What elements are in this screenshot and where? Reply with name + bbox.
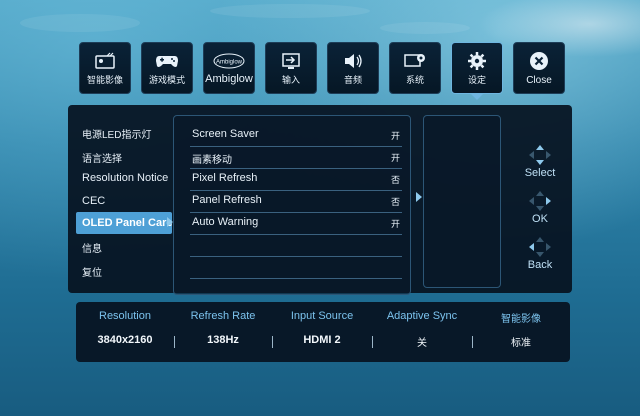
dpad-updown-icon <box>529 145 551 165</box>
setting-value: 开 <box>390 153 400 163</box>
menu-tile-label: 输入 <box>281 75 300 85</box>
setting-value: 开 <box>390 131 400 141</box>
setting-pixel-shift[interactable]: 画素移动 开 <box>190 146 402 169</box>
status-smart-image: 智能影像 标准 <box>472 302 570 362</box>
category-reset[interactable]: 复位 <box>78 264 170 279</box>
category-language[interactable]: 语言选择 <box>78 150 170 165</box>
menu-tile-audio[interactable]: 音频 <box>327 42 379 94</box>
ambiglow-logo-icon: Ambiglow <box>204 51 254 71</box>
status-value: HDMI 2 <box>303 334 341 346</box>
setting-screen-saver[interactable]: Screen Saver 开 <box>190 124 402 147</box>
menu-tile-label: 音频 <box>343 75 362 85</box>
nav-ok-label: OK <box>532 213 548 225</box>
menu-tile-settings[interactable]: 设定 <box>451 42 503 94</box>
setting-name: Screen Saver <box>192 128 259 140</box>
submenu-panel <box>423 115 501 288</box>
menu-tile-game-mode[interactable]: 游戏模式 <box>141 42 193 94</box>
smart-image-icon <box>80 51 130 71</box>
menu-tile-ambiglow[interactable]: Ambiglow Ambiglow <box>203 42 255 94</box>
menu-tile-label: 系统 <box>405 75 424 85</box>
nav-select-label: Select <box>524 167 556 179</box>
setting-pixel-refresh[interactable]: Pixel Refresh 否 <box>190 168 402 191</box>
close-icon <box>514 51 564 71</box>
menu-tile-input[interactable]: 输入 <box>265 42 317 94</box>
setting-empty-row <box>190 234 402 257</box>
oled-settings-list: Screen Saver 开 画素移动 开 Pixel Refresh 否 Pa… <box>173 115 411 295</box>
category-resolution-notice[interactable]: Resolution Notice <box>78 172 170 184</box>
speaker-icon <box>328 51 378 71</box>
menu-tile-label: Close <box>526 75 552 86</box>
settings-gear-icon <box>452 51 502 71</box>
menu-tile-close[interactable]: Close <box>513 42 565 94</box>
menu-tile-smart-image[interactable]: 智能影像 <box>79 42 131 94</box>
setting-value: 开 <box>390 219 400 229</box>
menu-tile-label: 游戏模式 <box>148 75 185 85</box>
setting-empty-row <box>190 256 402 279</box>
input-icon <box>266 51 316 71</box>
setting-panel-refresh[interactable]: Panel Refresh 否 <box>190 190 402 213</box>
submenu-arrow-icon <box>416 192 422 202</box>
nav-back-hint: Back <box>517 237 563 271</box>
category-oled-panel-care[interactable]: OLED Panel Care <box>76 212 172 234</box>
svg-text:Ambiglow: Ambiglow <box>216 60 243 66</box>
setting-value: 否 <box>390 197 400 207</box>
nav-ok-hint: OK <box>517 191 563 225</box>
setting-value: 否 <box>390 175 400 185</box>
status-refresh-rate: Refresh Rate 138Hz <box>174 302 272 362</box>
category-information[interactable]: 信息 <box>78 240 170 255</box>
system-gear-icon <box>390 51 440 71</box>
dpad-right-icon <box>529 191 551 211</box>
nav-back-label: Back <box>527 259 553 271</box>
setting-name: Auto Warning <box>192 216 259 228</box>
water-ripple <box>210 4 370 18</box>
nav-select-hint: Select <box>517 145 563 179</box>
status-value: 3840x2160 <box>97 334 153 346</box>
gamepad-icon <box>142 51 192 71</box>
setting-name: 画素移动 <box>192 155 232 166</box>
status-header: Resolution <box>99 310 151 322</box>
category-power-led[interactable]: 电源LED指示灯 <box>78 126 170 141</box>
menu-tile-label: 设定 <box>467 75 486 85</box>
water-ripple <box>20 14 140 32</box>
category-cec[interactable]: CEC <box>78 195 170 207</box>
status-bar: Resolution 3840x2160 Refresh Rate 138Hz … <box>76 302 570 362</box>
menu-tile-label: Ambiglow <box>205 73 253 85</box>
setting-auto-warning[interactable]: Auto Warning 开 <box>190 212 402 235</box>
status-value: 138Hz <box>207 334 239 346</box>
menu-tile-system[interactable]: 系统 <box>389 42 441 94</box>
status-input-source: Input Source HDMI 2 <box>272 302 372 362</box>
status-value: 标准 <box>511 338 531 349</box>
dpad-left-icon <box>529 237 551 257</box>
setting-name: Panel Refresh <box>192 194 262 206</box>
status-resolution: Resolution 3840x2160 <box>76 302 174 362</box>
water-ripple <box>380 22 470 34</box>
status-value: 关 <box>417 338 427 349</box>
status-adaptive-sync: Adaptive Sync 关 <box>372 302 472 362</box>
status-header: Refresh Rate <box>190 310 256 322</box>
status-header: 智能影像 <box>501 314 541 325</box>
status-header: Input Source <box>290 310 354 322</box>
top-menu: 智能影像 游戏模式 Ambiglow Ambiglow 输入 音频 系统 设定 <box>79 42 565 98</box>
menu-tile-label: 智能影像 <box>86 75 123 85</box>
status-header: Adaptive Sync <box>386 310 458 322</box>
setting-name: Pixel Refresh <box>192 172 258 184</box>
